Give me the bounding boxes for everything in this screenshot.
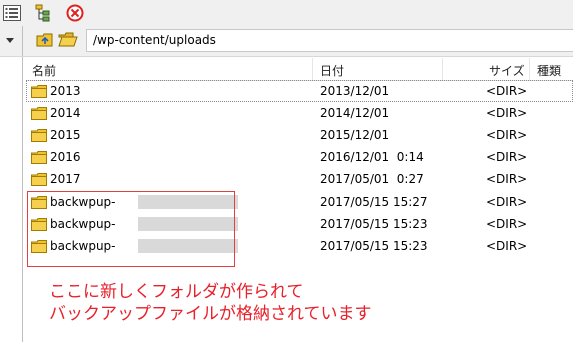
folder-up-icon[interactable] xyxy=(36,31,54,49)
folder-icon xyxy=(31,173,47,186)
file-size: <DIR> xyxy=(486,84,528,98)
annotation-line-2: バックアップファイルが格納されています xyxy=(49,304,372,324)
drive-dropdown[interactable] xyxy=(0,26,23,56)
file-size: <DIR> xyxy=(486,172,528,186)
path-input[interactable]: /wp-content/uploads xyxy=(86,29,573,52)
file-size: <DIR> xyxy=(486,239,528,253)
file-date: 2017/05/01 0:27 xyxy=(320,172,424,186)
file-size: <DIR> xyxy=(486,217,528,231)
stop-icon[interactable] xyxy=(65,3,85,23)
folder-icon xyxy=(31,151,47,164)
file-name: 2013 xyxy=(50,84,81,98)
file-size: <DIR> xyxy=(486,195,528,209)
path-text: /wp-content/uploads xyxy=(93,33,216,47)
file-date: 2013/12/01 xyxy=(320,84,390,98)
column-divider[interactable] xyxy=(529,58,530,80)
file-date: 2015/12/01 xyxy=(320,128,390,142)
file-row[interactable]: 2017 2017/05/01 0:27 <DIR> xyxy=(26,168,573,190)
file-date: 2016/12/01 0:14 xyxy=(320,150,424,164)
column-header-date[interactable]: 日付 xyxy=(320,62,344,79)
file-size: <DIR> xyxy=(486,128,528,142)
annotation-note: ここに新しくフォルダが作られて バックアップファイルが格納されています xyxy=(49,281,372,325)
tree-view-icon[interactable] xyxy=(34,3,54,23)
file-name: 2014 xyxy=(50,106,81,120)
file-date: 2014/12/01 xyxy=(320,106,390,120)
chevron-down-icon xyxy=(6,38,14,43)
column-header-name[interactable]: 名前 xyxy=(32,62,56,79)
folder-icon xyxy=(31,85,47,98)
file-name: 2015 xyxy=(50,128,81,142)
folder-icon xyxy=(31,129,47,142)
file-size: <DIR> xyxy=(486,106,528,120)
file-date: 2017/05/15 15:23 xyxy=(320,217,428,231)
file-row[interactable]: 2014 2014/12/01 <DIR> xyxy=(26,102,573,124)
folder-icon xyxy=(31,107,47,120)
toolbar xyxy=(0,0,573,26)
list-view-icon[interactable] xyxy=(2,3,22,23)
file-size: <DIR> xyxy=(486,150,528,164)
open-folder-icon[interactable] xyxy=(58,31,78,49)
path-bar: /wp-content/uploads xyxy=(0,26,573,57)
file-row[interactable]: 2015 2015/12/01 <DIR> xyxy=(26,124,573,146)
file-list-header: 名前 日付 サイズ 種類 xyxy=(26,58,573,81)
file-row[interactable]: 2013 2013/12/01 <DIR> xyxy=(26,80,573,102)
file-name: 2016 xyxy=(50,150,81,164)
file-row[interactable]: 2016 2016/12/01 0:14 <DIR> xyxy=(26,146,573,168)
column-header-size[interactable]: サイズ xyxy=(489,62,525,79)
folder-tree-pane[interactable] xyxy=(0,57,23,342)
column-divider[interactable] xyxy=(442,58,443,80)
highlight-box xyxy=(27,191,235,267)
file-date: 2017/05/15 15:23 xyxy=(320,239,428,253)
file-date: 2017/05/15 15:27 xyxy=(320,195,428,209)
column-header-type[interactable]: 種類 xyxy=(537,62,561,79)
annotation-line-1: ここに新しくフォルダが作られて xyxy=(49,282,304,302)
column-divider[interactable] xyxy=(312,58,313,80)
file-name: 2017 xyxy=(50,172,81,186)
